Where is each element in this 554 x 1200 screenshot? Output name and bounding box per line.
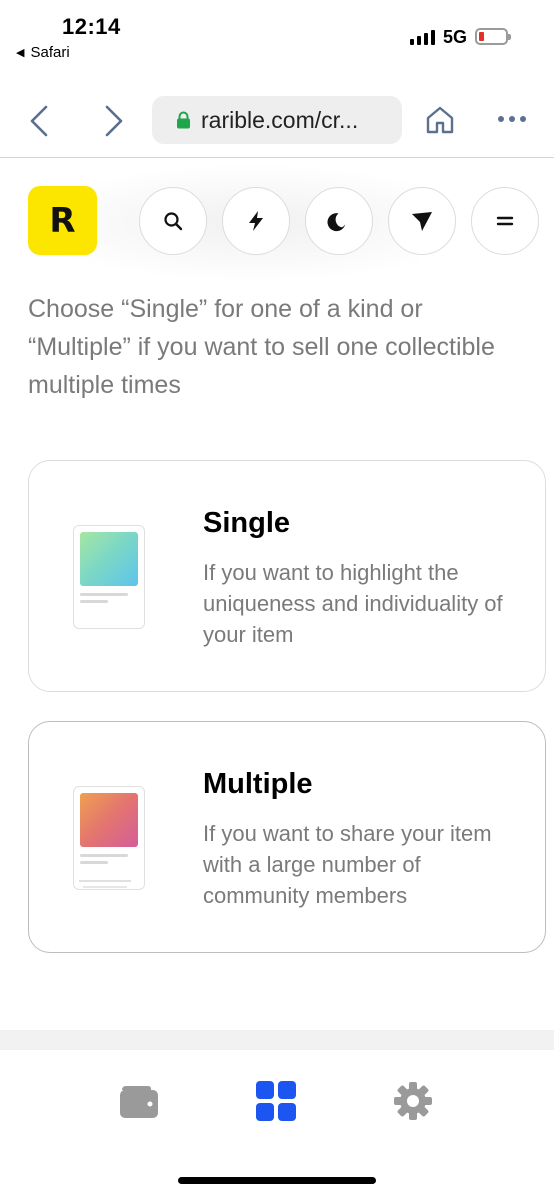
- moon-icon: [327, 213, 346, 232]
- wallet-icon: [120, 1086, 158, 1118]
- battery-level: [479, 32, 484, 41]
- logo-letter: R: [49, 200, 76, 241]
- intro-text: Choose “Single” for one of a kind or “Mu…: [28, 295, 495, 399]
- search-icon: [164, 212, 183, 231]
- chevron-left-icon: [30, 105, 48, 137]
- search-button[interactable]: [139, 187, 207, 255]
- signal-icon: [410, 30, 435, 45]
- home-button[interactable]: [424, 104, 456, 136]
- option-title: Single: [203, 507, 291, 539]
- page: 12:14 ◀ Safari 5G rarible.com/cr... R Ch…: [0, 0, 554, 1200]
- back-button[interactable]: [28, 104, 50, 138]
- wallet-tab[interactable]: [118, 1080, 160, 1122]
- rarible-logo[interactable]: R: [28, 186, 97, 255]
- send-button[interactable]: [388, 187, 456, 255]
- back-triangle-icon: ◀: [16, 47, 25, 59]
- option-card-single[interactable]: Single If you want to highlight the uniq…: [28, 460, 546, 692]
- back-to-app-link[interactable]: ◀ Safari: [16, 44, 70, 61]
- network-label: 5G: [443, 27, 468, 47]
- more-button[interactable]: [498, 116, 526, 122]
- browser-toolbar: rarible.com/cr...: [0, 74, 554, 158]
- option-description: If you want to share your item with a la…: [203, 821, 492, 908]
- menu-icon: [496, 216, 514, 226]
- battery-icon: [475, 28, 511, 45]
- lock-icon: [177, 111, 190, 129]
- activity-button[interactable]: [222, 187, 290, 255]
- url-text: rarible.com/cr...: [201, 106, 359, 133]
- site-header: R: [0, 158, 554, 288]
- single-illustration: [73, 525, 145, 629]
- forward-button[interactable]: [103, 104, 125, 138]
- status-time: 12:14: [62, 14, 121, 39]
- more-icon: [498, 116, 504, 122]
- bolt-icon: [249, 211, 263, 231]
- home-icon: [426, 106, 454, 134]
- menu-button[interactable]: [471, 187, 539, 255]
- back-app-label: Safari: [30, 44, 70, 61]
- option-description: If you want to highlight the uniqueness …: [203, 560, 503, 647]
- home-indicator: [178, 1177, 376, 1184]
- theme-toggle-button[interactable]: [305, 187, 373, 255]
- gear-icon: [394, 1082, 432, 1120]
- grid-icon: [256, 1081, 296, 1121]
- address-bar[interactable]: rarible.com/cr...: [152, 96, 402, 144]
- status-bar: 12:14 ◀ Safari 5G: [0, 0, 554, 74]
- section-divider: [0, 1030, 554, 1050]
- send-icon: [412, 212, 432, 231]
- multiple-illustration: [73, 786, 145, 890]
- option-title: Multiple: [203, 768, 313, 800]
- option-card-multiple[interactable]: Multiple If you want to share your item …: [28, 721, 546, 953]
- chevron-right-icon: [105, 105, 123, 137]
- settings-tab[interactable]: [392, 1080, 434, 1122]
- grid-tab[interactable]: [255, 1080, 297, 1122]
